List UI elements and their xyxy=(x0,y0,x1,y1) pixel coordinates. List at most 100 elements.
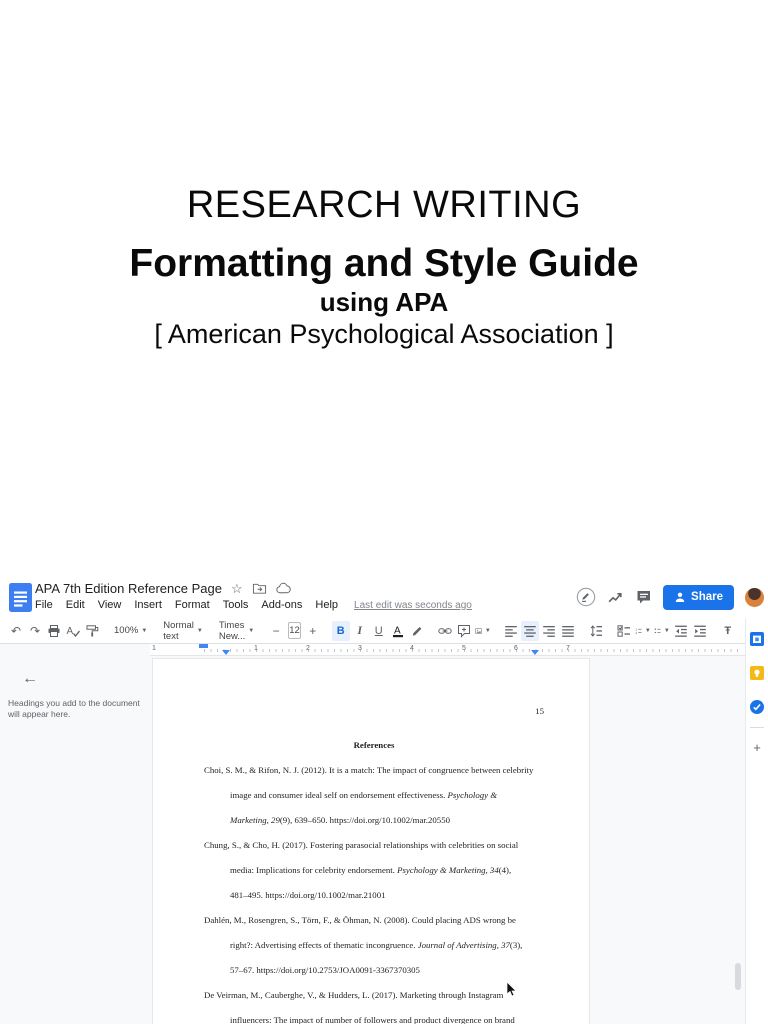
print-icon[interactable] xyxy=(45,621,63,641)
star-icon[interactable]: ☆ xyxy=(231,581,243,596)
user-avatar[interactable] xyxy=(745,587,764,607)
reference-line: image and consumer ideal self on endorse… xyxy=(230,790,498,800)
docs-header: APA 7th Edition Reference Page ☆ File Edi… xyxy=(0,578,768,618)
spellcheck-icon[interactable]: A xyxy=(64,621,82,641)
svg-text:A: A xyxy=(394,625,401,636)
keep-icon[interactable] xyxy=(750,666,764,680)
increase-font-size-icon[interactable]: + xyxy=(304,621,322,641)
ruler-number: 6 xyxy=(514,645,518,652)
reference-line: Dahlén, M., Rosengren, S., Törn, F., & Ö… xyxy=(204,915,516,925)
last-edit-link[interactable]: Last edit was seconds ago xyxy=(354,600,472,611)
references-heading: References xyxy=(353,740,395,750)
reference-line: right?: Advertising effects of thematic … xyxy=(230,940,523,950)
side-panel-rail: + xyxy=(745,618,768,1024)
toolbar: ↶ ↷ A 100% ▼ Normal text ▼ Times New... ▼ −12 + B I U… xyxy=(0,618,764,644)
svg-text:A: A xyxy=(67,626,74,637)
menu-format[interactable]: Format xyxy=(175,599,210,611)
text-color-icon[interactable]: A xyxy=(389,621,407,641)
editing-history-icon[interactable] xyxy=(576,587,596,607)
clear-formatting-icon[interactable]: Ŧ xyxy=(719,621,737,641)
ruler-number: 5 xyxy=(462,645,466,652)
highlight-color-icon[interactable] xyxy=(408,621,426,641)
menu-insert[interactable]: Insert xyxy=(134,599,162,611)
font-size-value[interactable]: 12 xyxy=(288,622,301,639)
ruler-ticks xyxy=(204,649,739,652)
align-right-icon[interactable] xyxy=(540,621,558,641)
reference-entry: Choi, S. M., & Rifon, N. J. (2012). It i… xyxy=(204,758,544,833)
menu-help[interactable]: Help xyxy=(315,599,338,611)
ruler-number: 1 xyxy=(152,645,156,652)
increase-indent-icon[interactable] xyxy=(691,621,709,641)
share-person-icon xyxy=(675,592,685,602)
ruler-number: 7 xyxy=(566,645,570,652)
insert-link-icon[interactable] xyxy=(436,621,454,641)
slide-subtitle: Formatting and Style Guide xyxy=(129,242,639,285)
underline-icon[interactable]: U xyxy=(370,621,388,641)
styles-select[interactable]: Normal text ▼ xyxy=(160,620,206,642)
slide-title: RESEARCH WRITING xyxy=(186,184,582,226)
tasks-icon[interactable] xyxy=(750,700,764,714)
decrease-font-size-icon[interactable]: − xyxy=(267,621,285,641)
zoom-select[interactable]: 100% ▼ xyxy=(111,621,150,641)
font-select[interactable]: Times New... ▼ xyxy=(216,620,257,642)
reference-line: Chung, S., & Cho, H. (2017). Fostering p… xyxy=(204,840,519,850)
close-outline-icon[interactable]: ← xyxy=(22,670,38,688)
outline-placeholder: Headings you add to the document will ap… xyxy=(8,698,140,719)
reference-line: 481–495. https://doi.org/10.1002/mar.210… xyxy=(230,890,386,900)
menu-tools[interactable]: Tools xyxy=(223,599,249,611)
decrease-indent-icon[interactable] xyxy=(672,621,690,641)
reference-entry: De Veirman, M., Cauberghe, V., & Hudders… xyxy=(204,983,544,1024)
ruler-number: 3 xyxy=(358,645,362,652)
reference-line: Choi, S. M., & Rifon, N. J. (2012). It i… xyxy=(204,765,534,775)
document-title[interactable]: APA 7th Edition Reference Page xyxy=(35,581,222,596)
horizontal-ruler[interactable]: 1 1 2 3 4 5 6 7 xyxy=(150,644,745,656)
ruler-number: 2 xyxy=(306,645,310,652)
slide-title-block: RESEARCH WRITING Formatting and Style Gu… xyxy=(0,183,768,349)
menu-file[interactable]: File xyxy=(35,599,53,611)
align-justify-icon[interactable] xyxy=(559,621,577,641)
left-indent-marker[interactable] xyxy=(222,650,230,655)
undo-icon[interactable]: ↶ xyxy=(7,621,25,641)
reference-line: media: Implications for celebrity endors… xyxy=(230,865,512,875)
line-spacing-icon[interactable] xyxy=(587,621,605,641)
align-center-icon[interactable] xyxy=(520,620,539,641)
checklist-icon[interactable] xyxy=(615,621,633,641)
bulleted-list-icon[interactable]: ▼ xyxy=(653,621,671,641)
page-number: 15 xyxy=(535,706,544,716)
menu-edit[interactable]: Edit xyxy=(66,599,85,611)
reference-entry: Chung, S., & Cho, H. (2017). Fostering p… xyxy=(204,833,544,908)
ruler-number: 1 xyxy=(254,645,258,652)
document-status-cloud-icon[interactable] xyxy=(275,581,291,596)
menu-addons[interactable]: Add-ons xyxy=(261,599,302,611)
calendar-icon[interactable] xyxy=(750,632,764,646)
redo-icon[interactable]: ↷ xyxy=(26,621,44,641)
align-left-icon[interactable] xyxy=(502,621,520,641)
move-folder-icon[interactable] xyxy=(252,581,267,596)
paint-format-icon[interactable] xyxy=(83,621,101,641)
document-outline-pane: ← Headings you add to the document will … xyxy=(0,644,150,1024)
reference-line: De Veirman, M., Cauberghe, V., & Hudders… xyxy=(204,990,504,1000)
ruler-number: 4 xyxy=(410,645,414,652)
right-indent-marker[interactable] xyxy=(531,650,539,655)
numbered-list-icon[interactable]: 1 2 ▼ xyxy=(634,621,652,641)
italic-icon[interactable]: I xyxy=(351,621,369,641)
docs-logo-icon[interactable] xyxy=(9,583,32,617)
share-button[interactable]: Share xyxy=(663,584,734,610)
insert-image-icon[interactable]: ▼ xyxy=(474,621,492,641)
vertical-scrollbar[interactable] xyxy=(735,963,741,990)
reference-entry: Dahlén, M., Rosengren, S., Törn, F., & Ö… xyxy=(204,908,544,983)
slide-subtitle3: [ American Psychological Association ] xyxy=(154,319,614,349)
get-add-ons-button[interactable]: + xyxy=(746,740,768,755)
activity-icon[interactable] xyxy=(607,589,624,606)
mouse-cursor xyxy=(506,981,518,1003)
reference-line: 57–67. https://doi.org/10.2753/JOA0091-3… xyxy=(230,965,420,975)
svg-text:2: 2 xyxy=(635,630,637,634)
comments-icon[interactable] xyxy=(635,589,652,606)
bold-icon[interactable]: B xyxy=(331,620,350,641)
references-list: Choi, S. M., & Rifon, N. J. (2012). It i… xyxy=(204,758,544,1024)
menu-view[interactable]: View xyxy=(98,599,122,611)
first-line-indent-marker[interactable] xyxy=(199,644,208,648)
add-comment-icon[interactable] xyxy=(455,621,473,641)
slide-subtitle2: using APA xyxy=(319,287,449,317)
document-page[interactable]: 15 References Choi, S. M., & Rifon, N. J… xyxy=(152,658,590,1024)
